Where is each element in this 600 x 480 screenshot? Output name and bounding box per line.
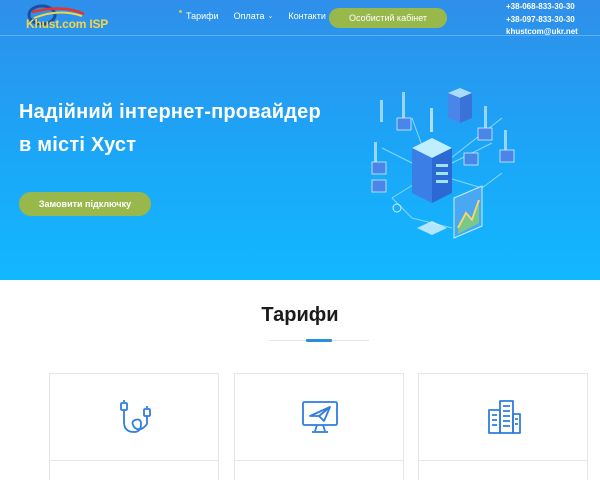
card-divider <box>235 460 403 461</box>
email[interactable]: khustcom@ukr.net <box>506 26 578 39</box>
nav-item-payment[interactable]: Оплата ⌄ <box>234 11 274 21</box>
title-accent-bar <box>306 339 332 342</box>
nav-item-tariffs[interactable]: Тарифи <box>179 10 219 21</box>
nav-item-contacts-label: Контакти <box>288 11 326 21</box>
phone-1[interactable]: +38-068-833-30-30 <box>506 1 578 14</box>
personal-cabinet-button[interactable]: Особистий кабінет <box>329 8 447 28</box>
network-cable-icon <box>120 400 151 433</box>
tariffs-section-title: Тарифи <box>261 304 339 326</box>
isometric-servers-illustration <box>371 88 515 239</box>
active-dot-icon <box>179 10 182 13</box>
hero-headline-line-1: Надійний інтернет-провайдер <box>19 101 321 123</box>
main-nav: Тарифи Оплата ⌄ Контакти <box>179 10 341 21</box>
order-connection-button[interactable]: Замовити підключку <box>19 192 151 216</box>
card-divider <box>419 460 587 461</box>
monitor-paper-plane-icon <box>302 401 338 433</box>
nav-item-contacts[interactable]: Контакти <box>288 11 325 21</box>
contact-info: +38-068-833-30-30 +38-097-833-30-30 khus… <box>506 1 578 39</box>
hero-headline: Надійний інтернет-провайдер в місті Хуст <box>19 96 321 162</box>
tariff-card-2[interactable] <box>234 373 404 480</box>
top-navigation-bar: Khust.com ISP Тарифи Оплата ⌄ Контакти О… <box>0 0 600 36</box>
hero-section: Khust.com ISP Тарифи Оплата ⌄ Контакти О… <box>0 0 600 280</box>
nav-item-payment-label: Оплата <box>233 11 265 21</box>
phone-2[interactable]: +38-097-833-30-30 <box>506 14 578 27</box>
chevron-down-icon: ⌄ <box>267 13 274 20</box>
card-divider <box>50 460 218 461</box>
buildings-icon <box>488 400 521 434</box>
nav-item-tariffs-label: Тарифи <box>186 11 219 21</box>
hero-headline-line-2: в місті Хуст <box>19 134 137 156</box>
tariff-card-3[interactable] <box>418 373 588 480</box>
brand-name[interactable]: Khust.com ISP <box>26 17 108 31</box>
tariff-card-1[interactable] <box>49 373 219 480</box>
